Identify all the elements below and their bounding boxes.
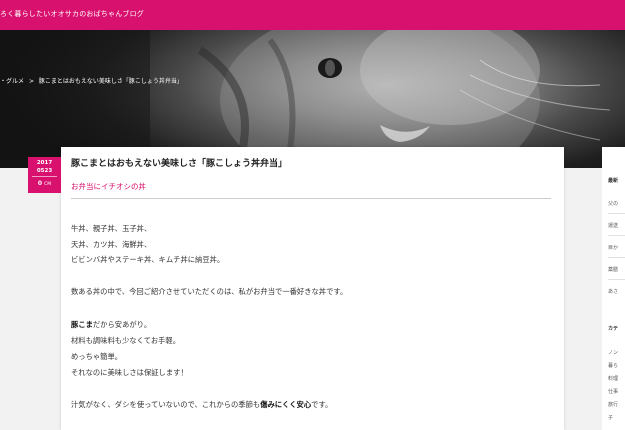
sidebar-new-post-item[interactable]: 薬膳: [608, 266, 618, 273]
sidebar-category-item[interactable]: 子: [608, 414, 613, 421]
comment-unit: CM: [44, 182, 52, 187]
breadcrumb: ・グルメ > 豚こまとはおもえない美味しさ「豚こしょう丼弁当」: [0, 76, 186, 85]
sidebar-new-post-item[interactable]: 目か: [608, 244, 618, 251]
top-header-bar: ろく暮らしたいオオサカのおばちゃんブログ: [0, 0, 625, 30]
title-divider: [71, 198, 551, 199]
sidebar-category-item[interactable]: 仕事: [608, 388, 618, 395]
body-line-emphasis: 汁気がなく、ダシを使っていないので、これからの季節も傷みにくく安心です。: [71, 400, 332, 410]
sidebar: 最新 父の 運送 目か 薬膳 あさ カテ ノン 暮ら 料理 仕事 旅行 子: [602, 147, 625, 430]
body-line: 天丼、カツ丼、海鮮丼、: [71, 240, 152, 249]
bold-text: 傷みにくく安心: [260, 400, 312, 409]
post-date-month-day: 0523: [36, 168, 53, 174]
sidebar-divider: [608, 235, 625, 236]
sidebar-divider: [608, 257, 625, 258]
article-card: 豚こまとはおもえない美味しさ「豚こしょう丼弁当」 お弁当にイチオシの丼 牛丼、親…: [61, 147, 564, 430]
comment-count: 0: [37, 180, 43, 187]
body-text: です。: [311, 400, 333, 409]
body-line: ビビンバ丼やステーキ丼、キムチ丼に納豆丼。: [71, 255, 225, 264]
bold-text: 豚こま: [71, 320, 93, 329]
post-date-badge: 2017 0523 0 CM: [28, 157, 61, 193]
body-line: 牛丼、親子丼、玉子丼、: [71, 224, 152, 233]
body-line: 材料も調味料も少なくてお手軽。: [71, 336, 181, 345]
breadcrumb-separator: >: [28, 78, 34, 85]
sidebar-heading-new-posts: 最新: [608, 178, 619, 184]
body-text: だから安あがり。: [92, 320, 152, 329]
sidebar-new-post-item[interactable]: 運送: [608, 222, 618, 229]
post-subtitle: お弁当にイチオシの丼: [71, 182, 146, 191]
sidebar-category-item[interactable]: ノン: [608, 349, 618, 356]
body-text: 汁気がなく、ダシを使っていないので、これからの季節も: [71, 400, 261, 409]
body-line: 数ある丼の中で、今回ご紹介させていただくのは、私がお弁当で一番好きな丼です。: [71, 287, 348, 296]
sidebar-divider: [608, 279, 625, 280]
sidebar-heading-categories: カテ: [608, 326, 619, 332]
post-date-year: 2017: [36, 160, 53, 166]
sidebar-category-item[interactable]: 料理: [608, 375, 618, 382]
sidebar-new-post-item[interactable]: あさ: [608, 288, 618, 295]
comment-count-link[interactable]: 0 CM: [28, 180, 61, 187]
body-line-emphasis: 豚こまだから安あがり。: [71, 320, 151, 330]
site-title[interactable]: ろく暮らしたいオオサカのおばちゃんブログ: [0, 9, 144, 19]
breadcrumb-item-gourmet[interactable]: ・グルメ: [0, 78, 24, 85]
sidebar-category-item[interactable]: 暮ら: [608, 362, 618, 369]
post-title: 豚こまとはおもえない美味しさ「豚こしょう丼弁当」: [71, 159, 288, 169]
sidebar-new-post-item[interactable]: 父の: [608, 200, 618, 207]
body-line: めっちゃ簡単。: [71, 352, 123, 361]
sidebar-divider: [608, 213, 625, 214]
date-divider: [32, 176, 57, 177]
sidebar-category-item[interactable]: 旅行: [608, 401, 618, 408]
breadcrumb-item-current: 豚こまとはおもえない美味しさ「豚こしょう丼弁当」: [38, 78, 183, 85]
body-line: それなのに美味しさは保証します！: [71, 368, 188, 377]
